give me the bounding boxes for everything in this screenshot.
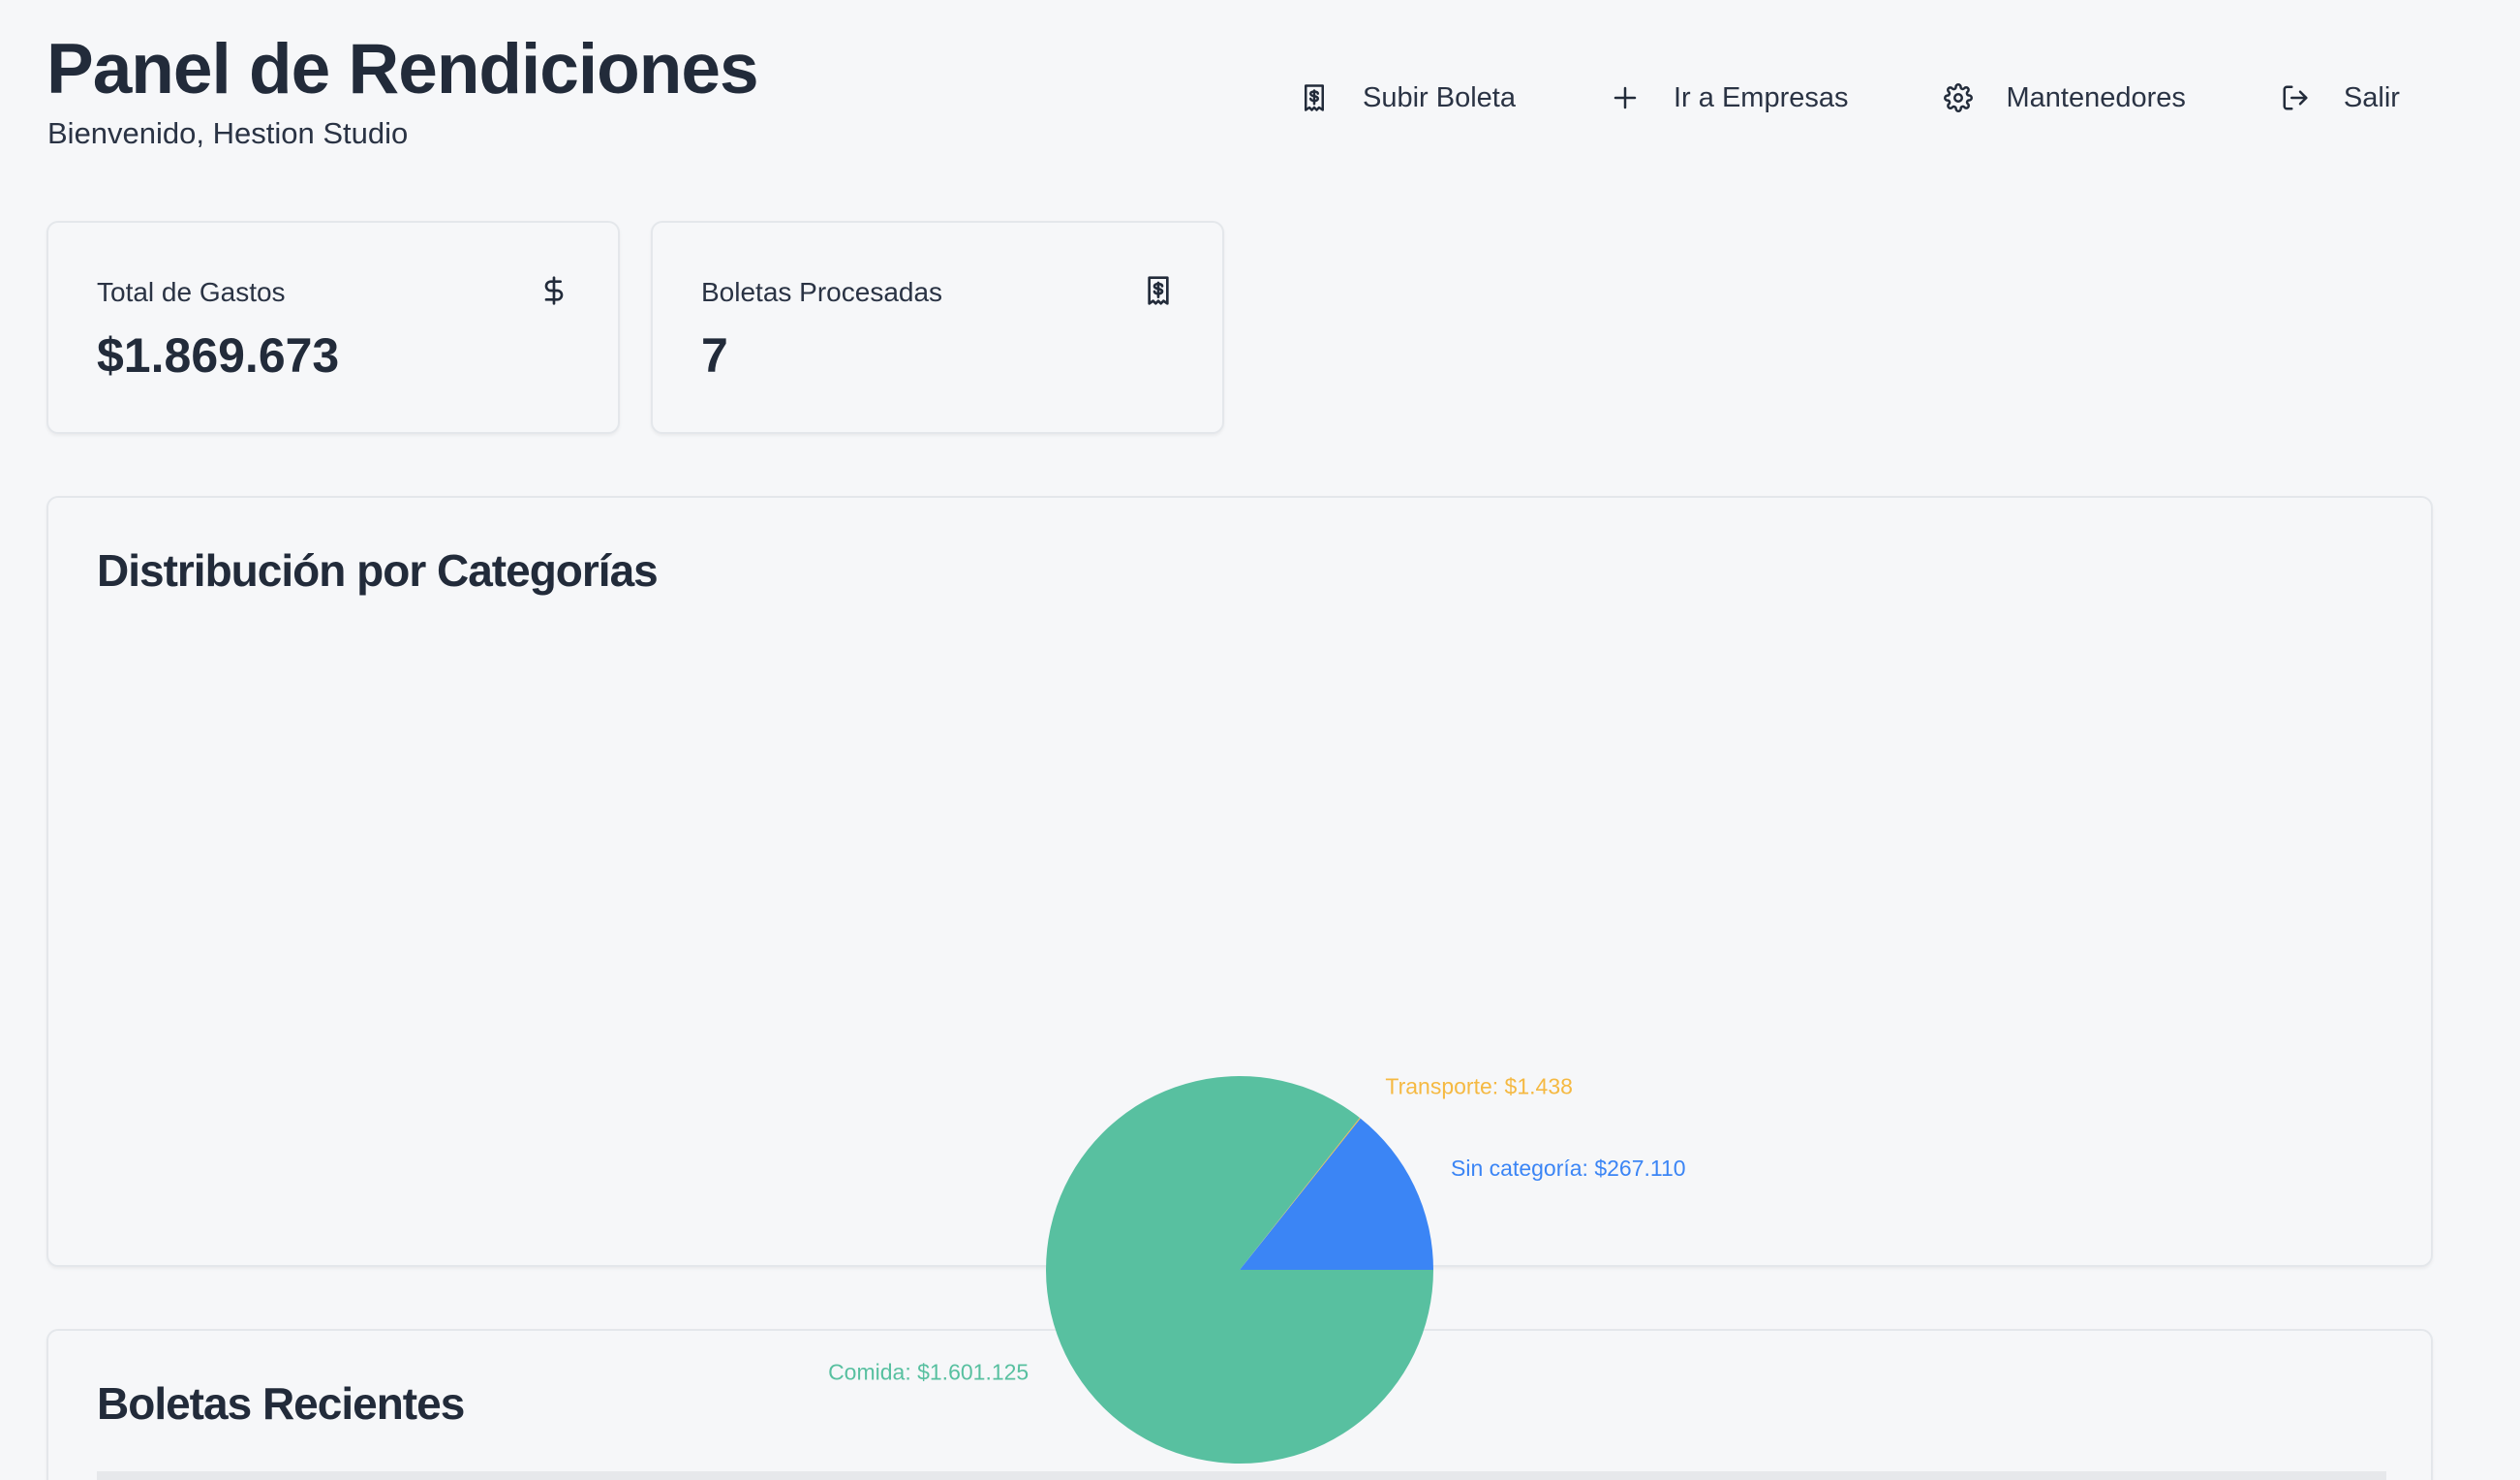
category-distribution-title: Distribución por Categorías <box>97 545 659 596</box>
processed-receipts-label: Boletas Procesadas <box>701 277 943 307</box>
go-to-companies-button[interactable]: Ir a Empresas <box>1609 74 1849 122</box>
dollar-icon <box>537 273 571 308</box>
processed-receipts-card: Boletas Procesadas 7 <box>651 221 1224 434</box>
logout-button[interactable]: Salir <box>2279 74 2400 122</box>
recent-receipts-card: Boletas Recientes <box>46 1329 2433 1480</box>
processed-receipts-value: 7 <box>701 328 728 383</box>
total-expenses-card: Total de Gastos $1.869.673 <box>46 221 620 434</box>
top-nav: Subir Boleta Ir a Empresas Mantenedores <box>1298 74 2400 122</box>
upload-receipt-label: Subir Boleta <box>1363 81 1516 113</box>
upload-receipt-button[interactable]: Subir Boleta <box>1298 74 1516 122</box>
welcome-text: Bienvenido, Hestion Studio <box>47 116 409 150</box>
logout-icon <box>2279 81 2312 114</box>
receipt-dollar-icon <box>1298 81 1331 114</box>
logout-label: Salir <box>2343 81 2400 113</box>
category-distribution-card: Distribución por Categorías <box>46 496 2433 1267</box>
recent-receipts-table-header <box>97 1471 2386 1480</box>
go-to-companies-label: Ir a Empresas <box>1674 81 1849 113</box>
page-title: Panel de Rendiciones <box>46 30 759 108</box>
gear-icon <box>1942 81 1975 114</box>
maintainers-label: Mantenedores <box>2006 81 2186 113</box>
total-expenses-value: $1.869.673 <box>97 328 340 383</box>
plus-icon <box>1609 81 1642 114</box>
recent-receipts-title: Boletas Recientes <box>97 1378 465 1429</box>
total-expenses-label: Total de Gastos <box>97 277 286 307</box>
receipt-dollar-icon <box>1141 273 1176 308</box>
maintainers-button[interactable]: Mantenedores <box>1942 74 2186 122</box>
dashboard-page: Panel de Rendiciones Bienvenido, Hestion… <box>0 0 2520 1480</box>
